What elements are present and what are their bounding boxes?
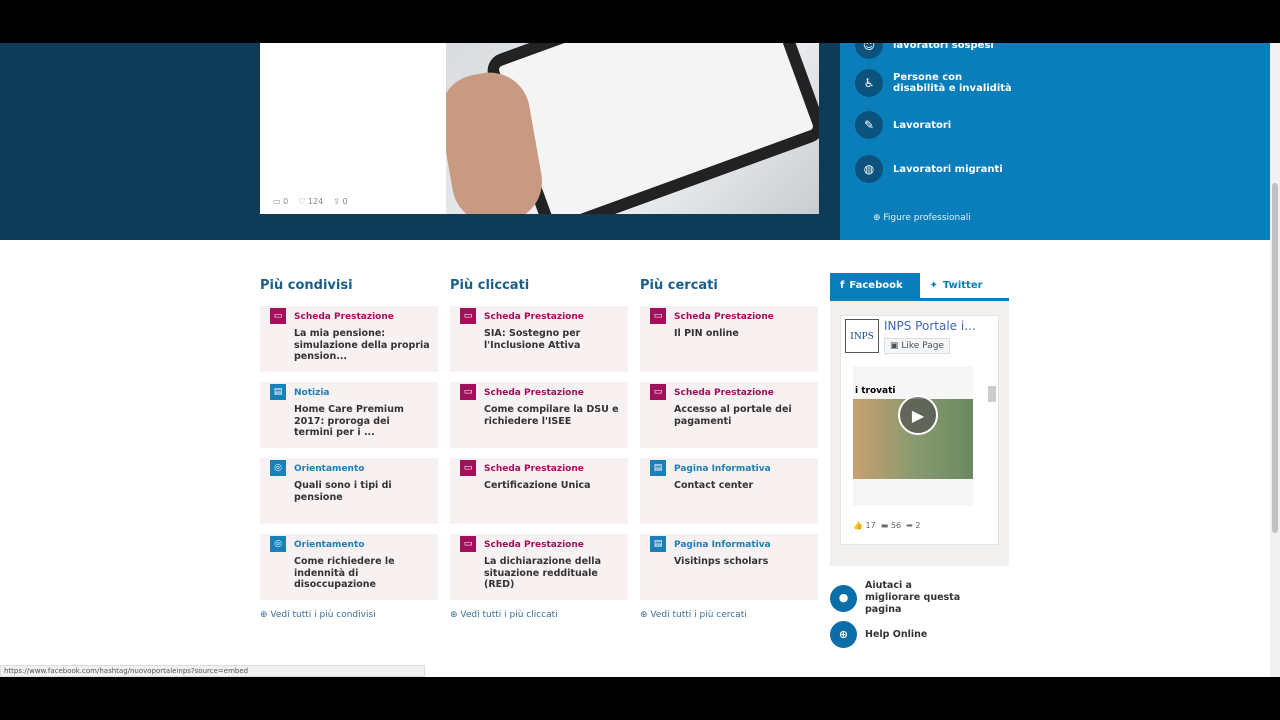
briefcase-icon: ▭ — [270, 308, 286, 324]
embed-scrollbar[interactable] — [988, 364, 996, 544]
item-type: Orientamento — [294, 540, 365, 550]
item-title[interactable]: Certificazione Unica — [484, 480, 620, 492]
wrench-icon: ✎ — [855, 111, 883, 139]
facebook-icon: f — [840, 280, 845, 291]
category-item[interactable]: ♿ Persone con disabilità e invalidità — [855, 69, 1013, 97]
tab-facebook[interactable]: f Facebook — [830, 273, 920, 298]
item-title[interactable]: Il PIN online — [674, 328, 810, 340]
like-page-button[interactable]: ▣ Like Page — [884, 338, 950, 354]
play-icon[interactable]: ▶ — [898, 395, 938, 435]
item-title[interactable]: Accesso al portale dei pagamenti — [674, 404, 810, 427]
item-title[interactable]: Contact center — [674, 480, 810, 492]
item-type: Pagina Informativa — [674, 464, 771, 474]
list-item[interactable]: ◎ Orientamento Come richiedere le indennit… — [260, 534, 438, 600]
hero-band: ▭ 0 ♡ 124 ⇪ 0 — [0, 43, 840, 240]
lifebuoy-icon: ⊕ — [830, 621, 857, 648]
help-online-link[interactable]: ⊕ Help Online — [830, 621, 927, 648]
item-type: Scheda Prestazione — [674, 312, 774, 322]
column-title: Più cercati — [640, 278, 718, 293]
hero-card[interactable]: ▭ 0 ♡ 124 ⇪ 0 — [260, 43, 446, 214]
list-item[interactable]: ▭ Scheda Prestazione Il PIN online — [640, 306, 818, 372]
briefcase-icon: ▭ — [460, 384, 476, 400]
briefcase-icon: ▭ — [460, 536, 476, 552]
social-counts: ▭ 0 ♡ 124 ⇪ 0 — [273, 197, 348, 206]
compass-icon: ◎ — [270, 536, 286, 552]
item-type: Scheda Prestazione — [294, 312, 394, 322]
item-type: Scheda Prestazione — [674, 388, 774, 398]
item-title[interactable]: SIA: Sostegno per l'Inclusione Attiva — [484, 328, 620, 351]
facebook-embed: INPS INPS Portale i... ▣ Like Page i tro… — [840, 315, 999, 545]
page: ▭ 0 ♡ 124 ⇪ 0 ☺ lavoratori sospesi ♿ Person… — [0, 43, 1270, 677]
item-type: Notizia — [294, 388, 330, 398]
list-item[interactable]: ▭ Scheda Prestazione Accesso al portale de… — [640, 382, 818, 448]
item-type: Scheda Prestazione — [484, 540, 584, 550]
page-icon: ▤ — [650, 536, 666, 552]
list-item[interactable]: ▭ Scheda Prestazione SIA: Sostegno per l'I… — [450, 306, 628, 372]
globe-icon: ◍ — [855, 155, 883, 183]
item-type: Scheda Prestazione — [484, 464, 584, 474]
item-type: Scheda Prestazione — [484, 312, 584, 322]
item-title[interactable]: La mia pensione: simulazione della propr… — [294, 328, 430, 363]
column-0: Più condivisi ▭ Scheda Prestazione La mia p… — [260, 278, 438, 620]
post-stats: 👍 17 ▬ 56 ➦ 2 — [853, 521, 921, 530]
column-title: Più cliccati — [450, 278, 530, 293]
list-item[interactable]: ▭ Scheda Prestazione Come compilare la DSU… — [450, 382, 628, 448]
item-title[interactable]: Come richiedere le indennità di disoccup… — [294, 556, 430, 591]
item-type: Orientamento — [294, 464, 365, 474]
wheelchair-icon: ♿ — [855, 69, 883, 97]
column-2: Più cercati ▭ Scheda Prestazione Il PIN onl… — [640, 278, 818, 620]
list-item[interactable]: ▭ Scheda Prestazione Certificazione Unica — [450, 458, 628, 524]
column-title: Più condivisi — [260, 278, 353, 293]
facebook-post[interactable]: i trovati ▶ — [853, 366, 973, 506]
chat-icon: ● — [830, 584, 857, 612]
people-icon: ☺ — [855, 43, 883, 59]
list-item[interactable]: ▤ Pagina Informativa Contact center — [640, 458, 818, 524]
item-type: Scheda Prestazione — [484, 388, 584, 398]
tab-twitter[interactable]: ✦ Twitter — [919, 273, 1009, 298]
item-title[interactable]: La dichiarazione della situazione reddit… — [484, 556, 620, 591]
likes-count[interactable]: ♡ 124 — [298, 197, 323, 206]
comments-count[interactable]: ▭ 0 — [273, 197, 288, 206]
twitter-icon: ✦ — [929, 280, 938, 291]
item-title[interactable]: Home Care Premium 2017: proroga dei term… — [294, 404, 430, 439]
hero-image[interactable] — [446, 43, 819, 214]
shares-count[interactable]: ⇪ 0 — [333, 197, 347, 206]
see-all-link[interactable]: ⊕ Vedi tutti i più cercati — [640, 610, 818, 620]
see-all-link[interactable]: ⊕ Vedi tutti i più cliccati — [450, 610, 628, 620]
briefcase-icon: ▭ — [650, 384, 666, 400]
category-item[interactable]: ✎ Lavoratori — [855, 111, 1013, 139]
column-1: Più cliccati ▭ Scheda Prestazione SIA: Sost… — [450, 278, 628, 620]
status-bar-url: https://www.facebook.com/hashtag/nuovopo… — [0, 665, 425, 677]
list-item[interactable]: ◎ Orientamento Quali sono i tipi di pensio… — [260, 458, 438, 524]
list-item[interactable]: ▭ Scheda Prestazione La dichiarazione dell… — [450, 534, 628, 600]
compass-icon: ◎ — [270, 460, 286, 476]
item-title[interactable]: Visitinps scholars — [674, 556, 810, 568]
page-icon: ▤ — [650, 460, 666, 476]
facebook-icon: ▣ — [890, 341, 902, 351]
briefcase-icon: ▭ — [460, 460, 476, 476]
item-title[interactable]: Quali sono i tipi di pensione — [294, 480, 430, 503]
briefcase-icon: ▭ — [650, 308, 666, 324]
page-name-link[interactable]: INPS Portale i... — [884, 319, 976, 333]
category-item[interactable]: ◍ Lavoratori migranti — [855, 155, 1013, 183]
item-type: Pagina Informativa — [674, 540, 771, 550]
post-title: i trovati — [855, 386, 896, 396]
figure-professionali-link[interactable]: ⊕ Figure professionali — [873, 213, 971, 223]
page-scrollbar[interactable] — [1270, 43, 1280, 677]
news-icon: ▤ — [270, 384, 286, 400]
improve-page-link[interactable]: ● Aiutaci a migliorare questa pagina — [830, 580, 965, 616]
see-all-link[interactable]: ⊕ Vedi tutti i più condivisi — [260, 610, 438, 620]
social-widget: f Facebook ✦ Twitter INPS INPS Portale i..… — [830, 273, 1009, 566]
item-title[interactable]: Come compilare la DSU e richiedere l'ISE… — [484, 404, 620, 427]
list-item[interactable]: ▤ Notizia Home Care Premium 2017: proroga … — [260, 382, 438, 448]
inps-logo[interactable]: INPS — [845, 319, 879, 353]
list-item[interactable]: ▭ Scheda Prestazione La mia pensione: simu… — [260, 306, 438, 372]
list-item[interactable]: ▤ Pagina Informativa Visitinps scholars — [640, 534, 818, 600]
briefcase-icon: ▭ — [460, 308, 476, 324]
category-item[interactable]: ☺ lavoratori sospesi — [855, 43, 1013, 59]
